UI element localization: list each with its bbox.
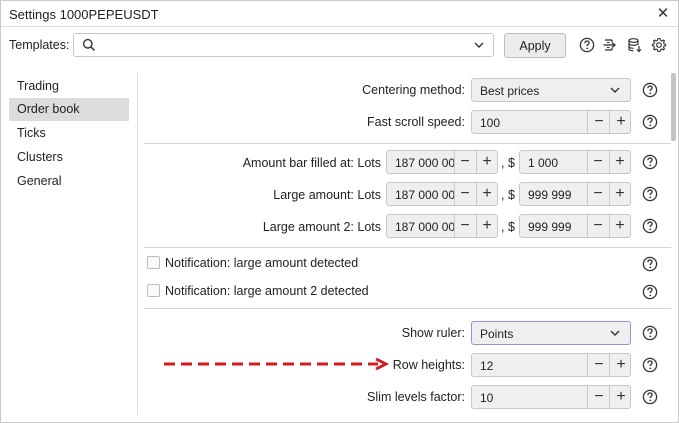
- amount-bar-lots-stepper[interactable]: 187 000 000 − +: [386, 150, 498, 174]
- chevron-down-icon: [610, 87, 620, 93]
- decrement-button[interactable]: −: [454, 183, 476, 205]
- show-ruler-value: Points: [480, 327, 514, 341]
- large-amount-2-lots-stepper[interactable]: 187 000 000 − +: [386, 214, 498, 238]
- amount-bar-label: Amount bar filled at: Lots: [242, 156, 381, 170]
- help-circle-icon[interactable]: [642, 82, 658, 98]
- large-amount-2-usd-value: 999 999: [528, 220, 572, 234]
- large-amount-usd-stepper[interactable]: 999 999 − +: [519, 182, 631, 206]
- row-heights-label: Row heights:: [392, 358, 465, 372]
- chevron-down-icon[interactable]: [473, 38, 485, 52]
- help-circle-icon[interactable]: [579, 37, 595, 53]
- sidebar-item-ticks[interactable]: Ticks: [9, 122, 129, 145]
- increment-button[interactable]: +: [609, 151, 631, 173]
- large-amount-lots-stepper[interactable]: 187 000 000 − +: [386, 182, 498, 206]
- fast-scroll-speed-value: 100: [480, 116, 501, 130]
- help-circle-icon[interactable]: [642, 154, 658, 170]
- window-title: Settings 1000PEPEUSDT: [9, 7, 159, 22]
- help-circle-icon[interactable]: [642, 186, 658, 202]
- decrement-button[interactable]: −: [588, 354, 610, 376]
- decrement-button[interactable]: −: [587, 183, 609, 205]
- slim-levels-stepper[interactable]: 10 − +: [471, 385, 631, 409]
- close-icon[interactable]: ✕: [654, 4, 672, 22]
- title-bar: Settings 1000PEPEUSDT ✕: [1, 1, 678, 27]
- large-amount-label: Large amount: Lots: [273, 188, 381, 202]
- centering-method-label: Centering method:: [362, 83, 465, 97]
- currency-separator: , $: [501, 156, 515, 170]
- increment-button[interactable]: +: [610, 111, 632, 133]
- show-ruler-label: Show ruler:: [401, 326, 465, 340]
- show-ruler-select[interactable]: Points: [471, 321, 631, 345]
- increment-button[interactable]: +: [609, 215, 631, 237]
- decrement-button[interactable]: −: [587, 215, 609, 237]
- chevron-down-icon: [610, 330, 620, 336]
- help-circle-icon[interactable]: [642, 114, 658, 130]
- row-heights-stepper[interactable]: 12 − +: [471, 353, 631, 377]
- notify-large-label: Notification: large amount detected: [165, 256, 359, 270]
- sidebar-divider: [137, 73, 138, 415]
- decrement-button[interactable]: −: [588, 111, 610, 133]
- sidebar-item-trading[interactable]: Trading: [9, 75, 129, 98]
- amount-bar-lots-value: 187 000 000: [395, 156, 455, 170]
- centering-method-value: Best prices: [480, 84, 540, 98]
- large-amount-lots-value: 187 000 000: [395, 188, 455, 202]
- sidebar-item-clusters[interactable]: Clusters: [9, 146, 129, 169]
- increment-button[interactable]: +: [610, 354, 632, 376]
- fast-scroll-speed-label: Fast scroll speed:: [367, 115, 465, 129]
- help-circle-icon[interactable]: [642, 284, 658, 300]
- help-circle-icon[interactable]: [642, 357, 658, 373]
- large-amount-usd-value: 999 999: [528, 188, 572, 202]
- large-amount-2-lots-value: 187 000 000: [395, 220, 455, 234]
- large-amount-2-usd-stepper[interactable]: 999 999 − +: [519, 214, 631, 238]
- notify-large-2-checkbox[interactable]: [147, 284, 160, 297]
- help-circle-icon[interactable]: [642, 325, 658, 341]
- scrollbar[interactable]: [671, 73, 676, 141]
- increment-button[interactable]: +: [610, 386, 632, 408]
- decrement-button[interactable]: −: [588, 386, 610, 408]
- help-circle-icon[interactable]: [642, 256, 658, 272]
- gear-icon[interactable]: [651, 37, 667, 53]
- currency-separator: , $: [501, 188, 515, 202]
- red-dashed-arrow: [164, 357, 390, 371]
- increment-button[interactable]: +: [476, 215, 498, 237]
- large-amount-2-label: Large amount 2: Lots: [262, 220, 381, 234]
- decrement-button[interactable]: −: [454, 215, 476, 237]
- templates-label: Templates:: [9, 38, 70, 52]
- database-export-icon[interactable]: [627, 37, 643, 53]
- currency-separator: , $: [501, 220, 515, 234]
- increment-button[interactable]: +: [476, 151, 498, 173]
- help-circle-icon[interactable]: [642, 218, 658, 234]
- search-icon: [82, 38, 96, 52]
- sidebar-item-order-book[interactable]: Order book: [9, 98, 129, 121]
- fast-scroll-speed-stepper[interactable]: 100 − +: [471, 110, 631, 134]
- notify-large-2-label: Notification: large amount 2 detected: [165, 284, 369, 298]
- templates-search-input[interactable]: [100, 36, 460, 54]
- increment-button[interactable]: +: [609, 183, 631, 205]
- templates-row: Templates: Apply: [1, 28, 678, 63]
- centering-method-select[interactable]: Best prices: [471, 78, 631, 102]
- amount-bar-usd-stepper[interactable]: 1 000 − +: [519, 150, 631, 174]
- sidebar: Trading Order book Ticks Clusters Genera…: [1, 63, 138, 415]
- section-divider: [144, 247, 671, 248]
- slim-levels-label: Slim levels factor:: [367, 390, 465, 404]
- row-heights-value: 12: [480, 359, 494, 373]
- section-divider: [144, 143, 671, 144]
- slim-levels-value: 10: [480, 391, 494, 405]
- templates-dropdown[interactable]: [73, 33, 494, 57]
- increment-button[interactable]: +: [476, 183, 498, 205]
- sidebar-item-general[interactable]: General: [9, 170, 129, 193]
- notify-large-checkbox[interactable]: [147, 256, 160, 269]
- import-icon[interactable]: [602, 37, 618, 53]
- help-circle-icon[interactable]: [642, 389, 658, 405]
- settings-window: Settings 1000PEPEUSDT ✕ Templates: Apply: [0, 0, 679, 423]
- decrement-button[interactable]: −: [454, 151, 476, 173]
- decrement-button[interactable]: −: [587, 151, 609, 173]
- section-divider: [144, 308, 671, 309]
- apply-button[interactable]: Apply: [504, 33, 566, 58]
- amount-bar-usd-value: 1 000: [528, 156, 559, 170]
